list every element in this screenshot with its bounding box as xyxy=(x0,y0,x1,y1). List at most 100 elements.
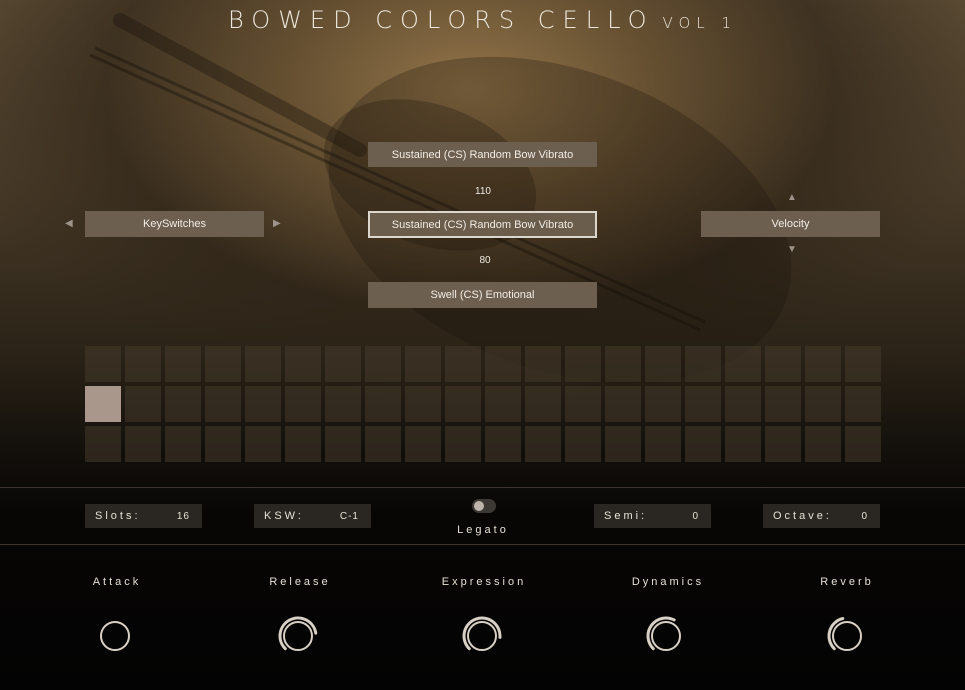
pad[interactable] xyxy=(85,426,121,462)
articulation-selected-label: Sustained (CS) Random Bow Vibrato xyxy=(391,218,574,231)
pad[interactable] xyxy=(125,346,161,382)
release-label: Release xyxy=(269,576,331,588)
pad[interactable] xyxy=(165,426,201,462)
pad[interactable] xyxy=(525,386,561,422)
semi-value: 0 xyxy=(692,510,699,522)
articulation-top-button[interactable]: Sustained (CS) Random Bow Vibrato xyxy=(368,142,597,167)
pad[interactable] xyxy=(725,386,761,422)
release-knob[interactable] xyxy=(276,614,320,658)
articulation-bottom-label: Swell (CS) Emotional xyxy=(430,289,535,301)
pad[interactable] xyxy=(725,426,761,462)
semi-field[interactable]: Semi: 0 xyxy=(594,504,711,528)
pad[interactable] xyxy=(325,386,361,422)
pad[interactable] xyxy=(445,426,481,462)
pad[interactable] xyxy=(365,386,401,422)
keyswitches-selector[interactable]: KeySwitches xyxy=(85,211,264,237)
pad[interactable] xyxy=(805,426,841,462)
articulation-pads-grid xyxy=(85,346,885,466)
pad[interactable] xyxy=(125,426,161,462)
pad[interactable] xyxy=(685,426,721,462)
title-main: BOWED COLORS CELLO xyxy=(228,6,655,34)
pad[interactable] xyxy=(805,346,841,382)
pad[interactable] xyxy=(765,426,801,462)
dynamics-knob[interactable] xyxy=(644,614,688,658)
articulation-bottom-value: 80 xyxy=(479,255,491,266)
pad[interactable] xyxy=(245,426,281,462)
down-arrow-icon[interactable]: ▼ xyxy=(787,245,797,255)
pad[interactable] xyxy=(565,386,601,422)
pad[interactable] xyxy=(405,386,441,422)
pad[interactable] xyxy=(205,426,241,462)
pad[interactable] xyxy=(485,386,521,422)
pad[interactable] xyxy=(605,346,641,382)
pad[interactable] xyxy=(485,426,521,462)
slots-label: Slots: xyxy=(95,510,141,522)
pad[interactable] xyxy=(645,386,681,422)
pad[interactable] xyxy=(685,386,721,422)
pad[interactable] xyxy=(165,346,201,382)
octave-field[interactable]: Octave: 0 xyxy=(763,504,880,528)
pad[interactable] xyxy=(445,346,481,382)
divider-bottom xyxy=(0,544,965,545)
pad[interactable] xyxy=(565,426,601,462)
pad[interactable] xyxy=(765,346,801,382)
pad[interactable] xyxy=(445,386,481,422)
pad[interactable] xyxy=(645,426,681,462)
articulation-top-value: 110 xyxy=(475,186,491,197)
pad[interactable] xyxy=(365,426,401,462)
octave-label: Octave: xyxy=(773,510,832,522)
keyswitches-label: KeySwitches xyxy=(143,218,206,230)
articulation-selected-button[interactable]: Sustained (CS) Random Bow Vibrato xyxy=(368,211,597,238)
pad[interactable] xyxy=(325,346,361,382)
pad[interactable] xyxy=(85,346,121,382)
pad-active[interactable] xyxy=(85,386,121,422)
pad-row xyxy=(85,386,885,422)
pad[interactable] xyxy=(605,426,641,462)
expression-knob[interactable] xyxy=(460,614,504,658)
pad[interactable] xyxy=(565,346,601,382)
pad[interactable] xyxy=(485,346,521,382)
pad[interactable] xyxy=(405,346,441,382)
velocity-selector[interactable]: Velocity xyxy=(701,211,880,237)
pad[interactable] xyxy=(725,346,761,382)
pad[interactable] xyxy=(605,386,641,422)
instrument-panel: BOWED COLORS CELLO VOL 1 Sustained (CS) R… xyxy=(0,0,965,690)
up-arrow-icon[interactable]: ▲ xyxy=(787,193,797,203)
pad[interactable] xyxy=(405,426,441,462)
legato-toggle[interactable] xyxy=(472,499,496,513)
next-arrow-icon[interactable]: ▶ xyxy=(273,219,281,229)
pad[interactable] xyxy=(645,346,681,382)
pad[interactable] xyxy=(165,386,201,422)
pad-row xyxy=(85,426,885,462)
octave-value: 0 xyxy=(861,510,868,522)
pad[interactable] xyxy=(285,346,321,382)
pad[interactable] xyxy=(205,386,241,422)
articulation-bottom-button[interactable]: Swell (CS) Emotional xyxy=(368,282,597,308)
reverb-knob[interactable] xyxy=(825,614,869,658)
pad[interactable] xyxy=(685,346,721,382)
pad[interactable] xyxy=(365,346,401,382)
pad[interactable] xyxy=(845,426,881,462)
pad[interactable] xyxy=(205,346,241,382)
slots-field[interactable]: Slots: 16 xyxy=(85,504,202,528)
attack-knob[interactable] xyxy=(93,614,137,658)
pad[interactable] xyxy=(805,386,841,422)
pad[interactable] xyxy=(325,426,361,462)
divider-top xyxy=(0,487,965,488)
prev-arrow-icon[interactable]: ◀ xyxy=(65,219,73,229)
expression-label: Expression xyxy=(441,576,527,588)
pad[interactable] xyxy=(125,386,161,422)
pad[interactable] xyxy=(525,426,561,462)
pad[interactable] xyxy=(525,346,561,382)
pad[interactable] xyxy=(765,386,801,422)
pad[interactable] xyxy=(285,386,321,422)
dynamics-label: Dynamics xyxy=(631,576,705,588)
pad[interactable] xyxy=(245,386,281,422)
pad[interactable] xyxy=(285,426,321,462)
legato-toggle-knob xyxy=(474,501,484,511)
pad[interactable] xyxy=(245,346,281,382)
pad[interactable] xyxy=(845,346,881,382)
pad[interactable] xyxy=(845,386,881,422)
ksw-field[interactable]: KSW: C-1 xyxy=(254,504,371,528)
slots-value: 16 xyxy=(176,510,190,522)
